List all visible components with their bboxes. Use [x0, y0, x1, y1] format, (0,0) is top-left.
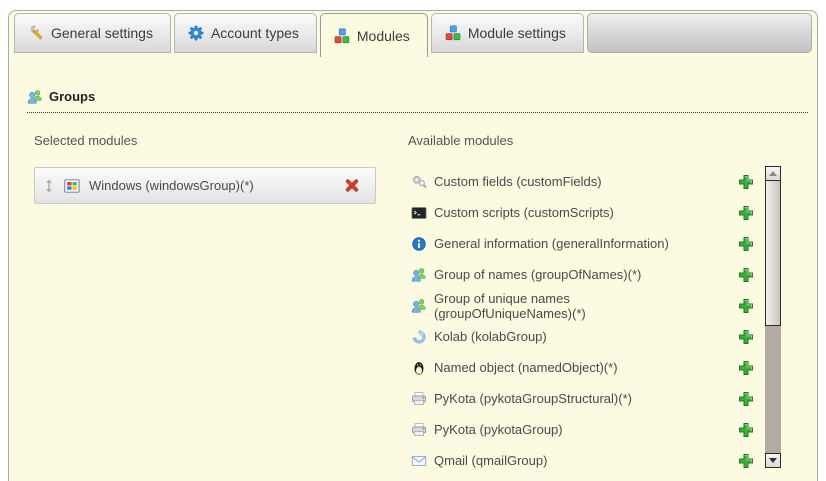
scroll-up-icon	[769, 171, 777, 176]
envelope-icon	[411, 453, 427, 469]
available-module-label: PyKota (pykotaGroup)	[434, 422, 731, 437]
available-module-row: Kolab (kolabGroup)	[411, 321, 754, 352]
tab-label: Account types	[211, 25, 299, 41]
available-module-label: Qmail (qmailGroup)	[434, 453, 731, 468]
groups-section-heading: Groups	[27, 87, 808, 113]
scrollbar-thumb[interactable]	[765, 181, 781, 326]
terminal-icon	[411, 205, 427, 221]
available-module-row: Group of unique names (groupOfUniqueName…	[411, 290, 754, 321]
group-icon	[411, 298, 427, 314]
available-module-label: Custom scripts (customScripts)	[434, 205, 731, 220]
modules-tab-content: Groups Selected modules Available module…	[10, 57, 816, 481]
available-module-row: Custom fields (customFields)	[411, 166, 754, 197]
available-module-label: Group of names (groupOfNames)(*)	[434, 267, 731, 282]
drag-handle-icon[interactable]	[43, 179, 55, 193]
add-icon	[738, 422, 754, 438]
available-module-row: Named object (namedObject)(*)	[411, 352, 754, 383]
section-title: Groups	[49, 89, 95, 104]
available-module-row: PyKota (pykotaGroup)	[411, 414, 754, 445]
add-icon	[738, 453, 754, 469]
add-icon	[738, 236, 754, 252]
available-module-label: Custom fields (customFields)	[434, 174, 731, 189]
selected-modules-label: Selected modules	[34, 133, 137, 148]
tab-label: General settings	[51, 25, 153, 41]
available-module-row: Group of names (groupOfNames)(*)	[411, 259, 754, 290]
add-module-button[interactable]	[738, 360, 754, 376]
remove-module-button[interactable]	[344, 177, 361, 194]
available-module-label: PyKota (pykotaGroupStructural)(*)	[434, 391, 731, 406]
info-icon	[411, 236, 427, 252]
add-module-button[interactable]	[738, 236, 754, 252]
add-icon	[738, 298, 754, 314]
modules-icon	[445, 25, 461, 41]
selected-module-row[interactable]: Windows (windowsGroup)(*)	[34, 167, 376, 204]
printer-icon	[411, 422, 427, 438]
scrollbar-up-button[interactable]	[765, 166, 781, 181]
scrollbar-track[interactable]	[765, 326, 781, 453]
available-module-label: Group of unique names (groupOfUniqueName…	[434, 291, 731, 321]
gears-icon	[411, 174, 427, 190]
tab-account-types[interactable]: Account types	[174, 13, 317, 53]
tab-modules[interactable]: Modules	[320, 13, 428, 57]
gear-icon	[188, 25, 204, 41]
selected-module-label: Windows (windowsGroup)(*)	[89, 178, 335, 193]
scroll-down-icon	[769, 458, 777, 463]
wrench-icon	[28, 25, 44, 41]
tab-strip-filler	[587, 13, 812, 53]
add-icon	[738, 205, 754, 221]
add-icon	[738, 329, 754, 345]
add-module-button[interactable]	[738, 267, 754, 283]
add-module-button[interactable]	[738, 422, 754, 438]
add-icon	[738, 174, 754, 190]
add-module-button[interactable]	[738, 298, 754, 314]
group-icon	[27, 89, 43, 105]
printer-icon	[411, 391, 427, 407]
scrollbar[interactable]	[765, 166, 781, 468]
windows-icon	[64, 178, 80, 194]
penguin-icon	[411, 360, 427, 376]
tab-label: Module settings	[468, 25, 566, 41]
available-module-row: Custom scripts (customScripts)	[411, 197, 754, 228]
available-module-label: General information (generalInformation)	[434, 236, 731, 251]
tab-label: Modules	[357, 28, 410, 44]
available-module-label: Kolab (kolabGroup)	[434, 329, 731, 344]
tab-general-settings[interactable]: General settings	[14, 13, 171, 53]
add-module-button[interactable]	[738, 391, 754, 407]
modules-icon	[334, 28, 350, 44]
group-icon	[411, 267, 427, 283]
available-module-row: PyKota (pykotaGroupStructural)(*)	[411, 383, 754, 414]
available-module-row: Qmail (qmailGroup)	[411, 445, 754, 476]
add-module-button[interactable]	[738, 453, 754, 469]
add-module-button[interactable]	[738, 174, 754, 190]
scrollbar-down-button[interactable]	[765, 453, 781, 468]
available-module-row: General information (generalInformation)	[411, 228, 754, 259]
available-modules-list: Custom fields (customFields) Custom scri…	[411, 166, 754, 476]
available-modules-label: Available modules	[408, 133, 513, 148]
kolab-icon	[411, 329, 427, 345]
add-icon	[738, 267, 754, 283]
tab-module-settings[interactable]: Module settings	[431, 13, 584, 53]
available-module-label: Named object (namedObject)(*)	[434, 360, 731, 375]
add-icon	[738, 360, 754, 376]
add-icon	[738, 391, 754, 407]
add-module-button[interactable]	[738, 205, 754, 221]
settings-panel: General settings Account types Modules M…	[8, 10, 818, 481]
add-module-button[interactable]	[738, 329, 754, 345]
delete-icon	[344, 177, 360, 193]
tab-bar: General settings Account types Modules M…	[14, 13, 812, 55]
